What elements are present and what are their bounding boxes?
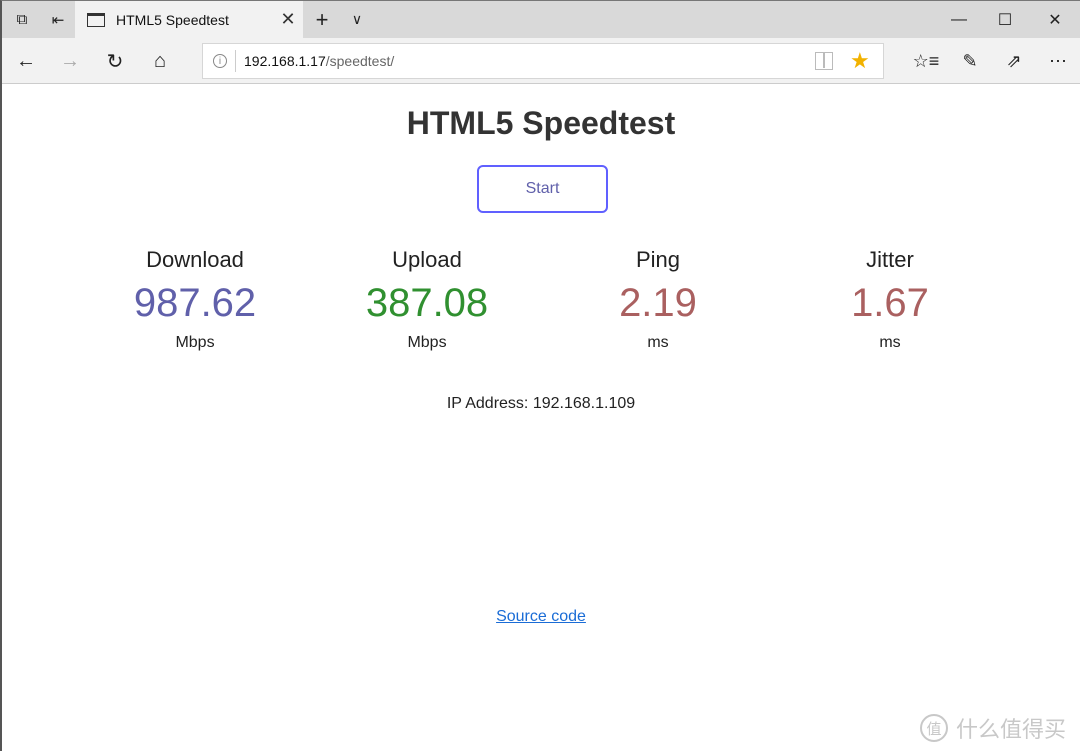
metric-unit: Mbps bbox=[175, 334, 215, 351]
browser-window: ⧉ ⇤ HTML5 Speedtest ✕ + ∨ — ☐ ✕ ← → ↻ ⌂ … bbox=[0, 0, 1080, 751]
url-host: 192.168.1.17 bbox=[244, 53, 326, 69]
home-button[interactable]: ⌂ bbox=[138, 38, 182, 84]
metric-value: 2.19 bbox=[619, 281, 697, 325]
metric-value: 1.67 bbox=[851, 281, 929, 325]
metric-unit: ms bbox=[879, 334, 901, 351]
start-button[interactable]: Start bbox=[477, 165, 608, 213]
metric-label: Jitter bbox=[866, 247, 914, 272]
address-bar[interactable]: i 192.168.1.17/speedtest/ ★ bbox=[202, 43, 884, 79]
minimize-button[interactable]: — bbox=[934, 1, 984, 38]
url-text[interactable]: 192.168.1.17/speedtest/ bbox=[244, 53, 394, 69]
close-tab-icon[interactable]: ✕ bbox=[273, 9, 303, 30]
metric-label: Download bbox=[146, 247, 244, 272]
url-path: /speedtest/ bbox=[325, 53, 395, 69]
metric-label: Upload bbox=[392, 247, 462, 272]
forward-button[interactable]: → bbox=[48, 38, 92, 84]
set-aside-tabs-icon[interactable]: ⇤ bbox=[40, 1, 76, 38]
metric-value: 387.08 bbox=[365, 281, 489, 325]
favorite-star-icon[interactable]: ★ bbox=[850, 48, 870, 74]
watermark: 值 什么值得买 bbox=[919, 712, 1066, 744]
source-code-link[interactable]: Source code bbox=[496, 608, 586, 625]
metric-label: Ping bbox=[635, 247, 681, 272]
metric-jitter: Jitter 1.67 ms bbox=[774, 245, 1006, 355]
watermark-logo-icon: 值 bbox=[919, 714, 948, 742]
favorites-hub-icon[interactable]: ☆≡ bbox=[904, 38, 948, 84]
address-divider bbox=[235, 50, 236, 72]
tab-bar: ⧉ ⇤ HTML5 Speedtest ✕ + ∨ — ☐ ✕ bbox=[2, 1, 1080, 38]
reading-view-icon[interactable] bbox=[815, 52, 833, 70]
metric-ping: Ping 2.19 ms bbox=[542, 245, 774, 355]
share-icon[interactable]: ⇗ bbox=[992, 38, 1036, 84]
chevron-down-icon[interactable]: ∨ bbox=[339, 1, 375, 38]
tab-title: HTML5 Speedtest bbox=[116, 11, 229, 28]
new-tab-button[interactable]: + bbox=[304, 1, 340, 38]
more-icon[interactable]: ⋯ bbox=[1036, 38, 1080, 84]
tab-actions-icon[interactable]: ⧉ bbox=[4, 1, 40, 38]
info-icon[interactable]: i bbox=[213, 54, 227, 68]
metric-download: Download 987.62 Mbps bbox=[79, 245, 311, 355]
page-title: HTML5 Speedtest bbox=[406, 105, 676, 141]
page-content: HTML5 Speedtest Start Download 987.62 Mb… bbox=[2, 85, 1080, 751]
back-button[interactable]: ← bbox=[4, 38, 48, 84]
ip-address: IP Address: 192.168.1.109 bbox=[446, 395, 636, 412]
metric-value: 987.62 bbox=[133, 281, 257, 325]
close-window-button[interactable]: ✕ bbox=[1030, 1, 1080, 38]
page-icon bbox=[87, 12, 105, 27]
refresh-button[interactable]: ↻ bbox=[93, 38, 137, 84]
navigation-bar: ← → ↻ ⌂ i 192.168.1.17/speedtest/ ★ ☆≡ ✎… bbox=[2, 38, 1080, 84]
maximize-button[interactable]: ☐ bbox=[980, 1, 1030, 38]
metric-unit: Mbps bbox=[407, 334, 447, 351]
web-notes-icon[interactable]: ✎ bbox=[948, 38, 992, 84]
metric-upload: Upload 387.08 Mbps bbox=[311, 245, 543, 355]
watermark-text: 什么值得买 bbox=[955, 717, 1066, 742]
tab-speedtest[interactable]: HTML5 Speedtest ✕ bbox=[75, 1, 303, 38]
metric-unit: ms bbox=[647, 334, 669, 351]
source-link-container: Source code bbox=[2, 608, 1080, 626]
